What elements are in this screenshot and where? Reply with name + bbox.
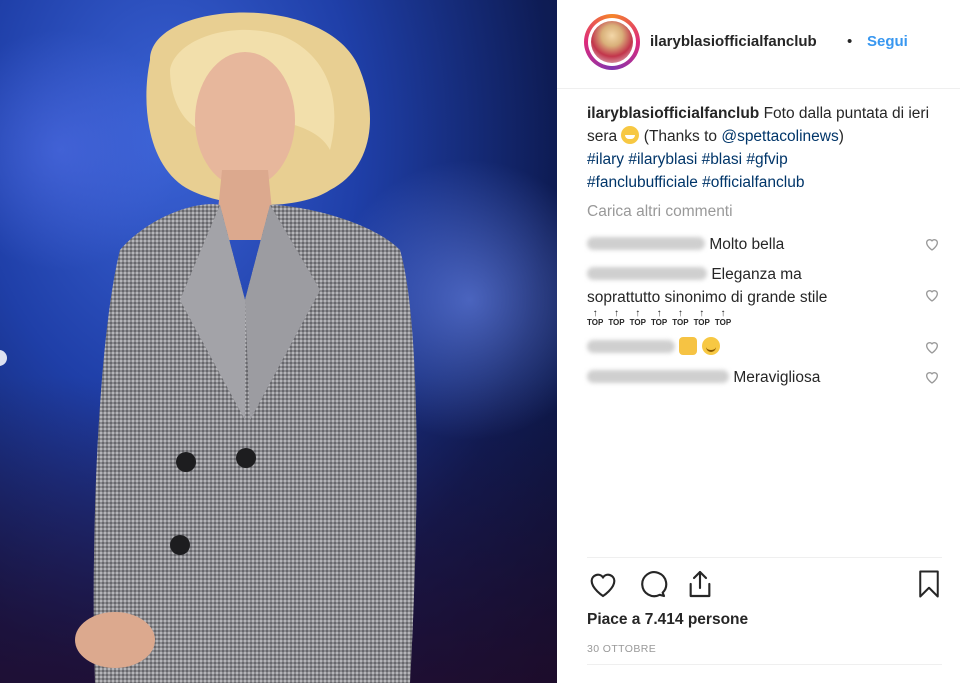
- comment-username-blurred[interactable]: [587, 237, 705, 250]
- bookmark-icon[interactable]: [914, 568, 944, 600]
- top-emoji-icon: ↑ TOP: [608, 308, 625, 328]
- divider: [587, 557, 942, 558]
- top-emoji-icon: ↑ TOP: [587, 308, 604, 328]
- top-emoji-icon: ↑ TOP: [672, 308, 689, 328]
- comment-icon[interactable]: [636, 568, 668, 600]
- caption-username[interactable]: ilaryblasiofficialfanclub: [587, 105, 759, 122]
- comment-item: [587, 336, 917, 359]
- follow-button[interactable]: Segui: [867, 33, 908, 50]
- likes-count[interactable]: Piace a 7.414 persone: [587, 611, 748, 629]
- heart-icon[interactable]: [924, 287, 940, 303]
- thumbs-up-emoji-icon: [679, 337, 698, 355]
- comment-item: Molto bella: [587, 233, 917, 256]
- hashtags-line-1[interactable]: #ilary #ilaryblasi #blasi #gfvip: [587, 151, 788, 168]
- caption-text-2: (Thanks to: [643, 128, 718, 145]
- comment-text: Eleganza ma: [711, 266, 802, 283]
- hashtags-line-2[interactable]: #fanclubufficiale #officialfanclub: [587, 174, 804, 191]
- comment-item: Meravigliosa: [587, 366, 917, 389]
- smile-emoji-icon: [701, 337, 720, 355]
- heart-icon[interactable]: [587, 568, 619, 600]
- heart-icon[interactable]: [924, 236, 940, 252]
- comment-item: Eleganza ma soprattutto sinonimo di gran…: [587, 263, 917, 332]
- username-link[interactable]: ilaryblasiofficialfanclub: [650, 33, 817, 50]
- heart-icon[interactable]: [924, 339, 940, 355]
- top-emoji-icon: ↑ TOP: [629, 308, 646, 328]
- photo-subject: [75, 12, 417, 683]
- grin-emoji-icon: [621, 126, 640, 144]
- action-bar: [587, 568, 942, 602]
- separator-dot: •: [847, 33, 853, 50]
- post-photo[interactable]: [0, 0, 557, 683]
- top-emoji-icon: ↑ TOP: [714, 308, 732, 328]
- avatar[interactable]: [584, 14, 640, 70]
- top-emoji-icon: ↑ TOP: [650, 308, 668, 328]
- top-emoji-icon: ↑ TOP: [693, 308, 710, 328]
- comment-username-blurred[interactable]: [587, 340, 675, 353]
- comment-text: Meravigliosa: [733, 369, 821, 386]
- caption-text-3: ): [838, 128, 844, 145]
- post-caption: ilaryblasiofficialfanclub Foto dalla pun…: [587, 102, 947, 194]
- share-icon[interactable]: [684, 568, 716, 600]
- post-sidebar: ilaryblasiofficialfanclub • Segui ilaryb…: [557, 0, 960, 683]
- divider: [587, 664, 942, 665]
- comment-username-blurred[interactable]: [587, 370, 729, 383]
- comment-text-2: soprattutto sinonimo di grande stile: [587, 289, 828, 306]
- load-more-comments[interactable]: Carica altri commenti: [587, 203, 733, 221]
- comment-username-blurred[interactable]: [587, 267, 707, 280]
- heart-icon[interactable]: [924, 369, 940, 385]
- comment-text: Molto bella: [709, 236, 785, 253]
- mention-link[interactable]: @spettacolinews: [721, 128, 838, 145]
- post-header: ilaryblasiofficialfanclub • Segui: [557, 0, 960, 89]
- post-date[interactable]: 30 OTTOBRE: [587, 643, 656, 655]
